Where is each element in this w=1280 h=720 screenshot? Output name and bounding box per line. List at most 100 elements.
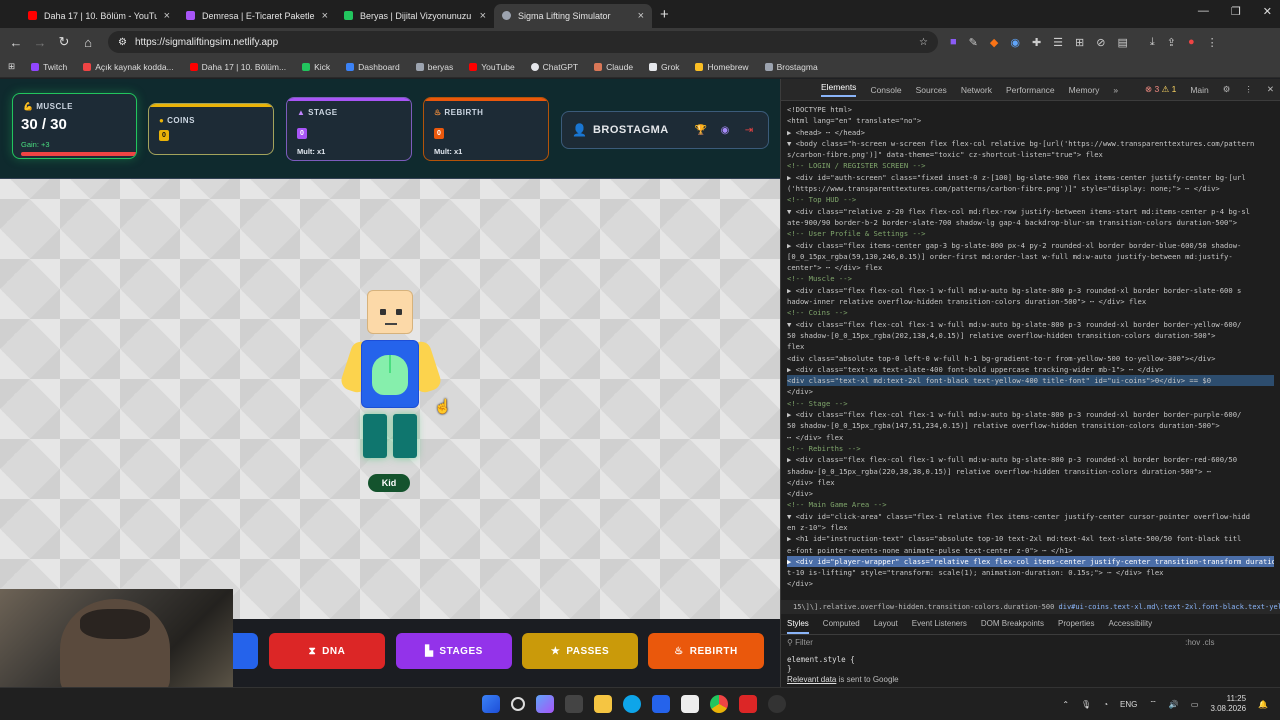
context-selector[interactable]: Main [1190, 85, 1208, 95]
trophy-icon[interactable]: 🏆 [692, 121, 710, 139]
home-icon[interactable]: ⌂ [76, 35, 100, 50]
dom-node-line[interactable]: ate-900/90 border-b-2 border-slate-700 s… [787, 217, 1274, 228]
logout-icon[interactable]: ⇥ [740, 121, 758, 139]
vscode-icon[interactable] [652, 695, 670, 713]
dom-node-line[interactable]: <div class="absolute top-0 left-0 w-full… [787, 353, 1274, 364]
dom-node-line[interactable]: ('https://www.transparenttextures.com/pa… [787, 183, 1274, 194]
dom-node-line[interactable]: ▶ <div class="flex flex-col flex-1 w-ful… [787, 285, 1274, 296]
wifi-icon[interactable]: ⌔ [1149, 699, 1157, 709]
extension-icon[interactable]: ⇪ [1167, 36, 1176, 49]
dom-node-line[interactable]: ▶ <div class="flex items-center gap-3 bg… [787, 240, 1274, 251]
puzzle-icon[interactable]: ✚ [1032, 36, 1041, 49]
dom-node-line[interactable]: shadow-[0_0_15px_rgba(220,38,38,0.15)] r… [787, 466, 1274, 477]
extension-icon[interactable]: ▤ [1117, 36, 1127, 49]
dom-node-line[interactable]: <html lang="en" translate="no"> [787, 115, 1274, 126]
notification-bell-icon[interactable]: 🔔 [1258, 700, 1268, 709]
close-devtools-icon[interactable]: ✕ [1267, 84, 1274, 95]
forward-icon[interactable]: → [28, 35, 52, 50]
styles-filter-input[interactable]: ⚲ Filter :hov .cls [787, 638, 1214, 647]
volume-icon[interactable]: 🔊 [1169, 700, 1179, 709]
subtab-accessibility[interactable]: Accessibility [1109, 619, 1153, 634]
extension-icon[interactable]: ⊘ [1096, 36, 1105, 49]
extension-icon[interactable]: ⊞ [1075, 36, 1084, 49]
browser-tab[interactable]: Beryas | Dijital Vizyonunuzu Ge × [336, 4, 494, 28]
bookmark-item[interactable]: Twitch [31, 62, 67, 72]
site-info-icon[interactable]: ⚙ [118, 37, 127, 48]
dom-node-line[interactable]: <!-- LOGIN / REGISTER SCREEN --> [787, 160, 1274, 171]
bookmark-item[interactable]: Daha 17 | 10. Bölüm... [189, 62, 286, 72]
dom-node-line[interactable]: ▶ <div class="text-xs text-slate-400 fon… [787, 364, 1274, 375]
bookmark-item[interactable]: Açık kaynak kodda... [83, 62, 174, 72]
dom-node-line[interactable]: </div> [787, 488, 1274, 499]
dom-node-line[interactable]: </div> flex [787, 477, 1274, 488]
bookmark-item[interactable]: ChatGPT [530, 62, 578, 72]
profile-avatar-icon[interactable]: ● [1188, 36, 1195, 49]
network-icon[interactable]: ◔ [1103, 700, 1108, 709]
subtab-event-listeners[interactable]: Event Listeners [912, 619, 967, 634]
dom-node-line[interactable]: <!-- Stage --> [787, 398, 1274, 409]
url-input[interactable]: ⚙ https://sigmaliftingsim.netlify.app ☆ [108, 31, 938, 53]
close-tab-icon[interactable]: × [638, 10, 644, 22]
element-style-rule[interactable]: element.style { } [787, 655, 855, 673]
bookmark-item[interactable]: Brostagma [764, 62, 818, 72]
dom-node-line[interactable]: ▶ <div class="flex flex-col flex-1 w-ful… [787, 454, 1274, 465]
dom-node-line[interactable]: [0_0_15px_rgba(59,130,246,0.15)] order-f… [787, 251, 1274, 262]
subtab-computed[interactable]: Computed [823, 619, 860, 634]
dom-node-line[interactable]: ⋯ </div> flex [787, 432, 1274, 443]
close-tab-icon[interactable]: × [164, 10, 170, 22]
passes-button[interactable]: ★ PASSES [522, 633, 638, 669]
reload-icon[interactable]: ↻ [52, 34, 76, 50]
tab-performance[interactable]: Performance [1006, 85, 1055, 95]
dom-node-line[interactable]: e-font pointer-events-none animate-pulse… [787, 545, 1274, 556]
dom-node-line[interactable]: ▶ <div class="flex flex-col flex-1 w-ful… [787, 409, 1274, 420]
close-tab-icon[interactable]: × [480, 10, 486, 22]
obs-icon[interactable] [768, 695, 786, 713]
dom-node-line[interactable]: t-10 is-lifting" style="transform: scale… [787, 567, 1274, 578]
subtab-dom-breakpoints[interactable]: DOM Breakpoints [981, 619, 1044, 634]
relevant-data-link[interactable]: Relevant data [787, 675, 836, 684]
apps-grid-icon[interactable]: ⊞ [8, 61, 15, 72]
search-icon[interactable] [511, 697, 525, 711]
app-icon[interactable] [681, 695, 699, 713]
dom-node-line[interactable]: ▶ <h1 id="instruction-text" class="absol… [787, 533, 1274, 544]
bookmark-item[interactable]: Homebrew [695, 62, 749, 72]
dom-node-line[interactable]: <!-- Top HUD --> [787, 194, 1274, 205]
pen-icon[interactable]: ✎ [969, 36, 978, 49]
dom-node-line[interactable]: 50 shadow-[0_0_15px_rgba(202,138,4,0.15)… [787, 330, 1274, 341]
close-tab-icon[interactable]: × [322, 10, 328, 22]
dom-node-line[interactable]: </div> [787, 386, 1274, 397]
dom-node-line[interactable]: hadow-inner relative overflow-hidden tra… [787, 296, 1274, 307]
dom-node-line[interactable]: ▶ <head> ⋯ </head> [787, 127, 1274, 138]
widgets-icon[interactable] [536, 695, 554, 713]
dom-node-line[interactable]: ▶ <div id="auth-screen" class="fixed ins… [787, 172, 1274, 183]
download-icon[interactable]: ⤓ [1150, 36, 1155, 49]
dom-node-line[interactable]: ▼ <div class="relative z-20 flex flex-co… [787, 206, 1274, 217]
dom-node-line[interactable]: ▼ <div class="flex flex-col flex-1 w-ful… [787, 319, 1274, 330]
tab-memory[interactable]: Memory [1069, 85, 1100, 95]
tab-console[interactable]: Console [870, 85, 901, 95]
bookmark-item[interactable]: Kick [302, 62, 330, 72]
dna-button[interactable]: ⧗ DNA [269, 633, 385, 669]
dom-node-line[interactable]: <!-- Muscle --> [787, 273, 1274, 284]
dom-node-line[interactable]: flex [787, 341, 1274, 352]
file-explorer-icon[interactable] [594, 695, 612, 713]
palette-icon[interactable]: ◉ [716, 121, 734, 139]
dom-node-line[interactable]: ▼ <div id="click-area" class="flex-1 rel… [787, 511, 1274, 522]
clock[interactable]: 11:25 3.08.2026 [1210, 694, 1246, 714]
bookmark-item[interactable]: YouTube [469, 62, 515, 72]
dom-node-line[interactable]: <!-- Coins --> [787, 307, 1274, 318]
bookmark-item[interactable]: Dashboard [346, 62, 400, 72]
more-tabs-icon[interactable]: » [1113, 85, 1118, 95]
tab-network[interactable]: Network [961, 85, 992, 95]
bookmark-item[interactable]: Grok [649, 62, 679, 72]
dom-node-line[interactable]: <div class="text-xl md:text-2xl font-bla… [787, 375, 1274, 387]
battery-icon[interactable]: ▭ [1191, 700, 1199, 709]
dom-node-line[interactable]: <!-- User Profile & Settings --> [787, 228, 1274, 239]
microphone-icon[interactable]: 🎙 [1081, 700, 1091, 709]
filter-flags[interactable]: :hov .cls [1185, 638, 1214, 647]
tab-elements[interactable]: Elements [821, 82, 857, 97]
dom-node-line[interactable]: en z-10"> flex [787, 522, 1274, 533]
breadcrumb-selected[interactable]: div#ui-coins.text-xl.md\:text-2xl.font-b… [1059, 603, 1280, 611]
player-character[interactable]: Kid [338, 290, 444, 492]
subtab-styles[interactable]: Styles [787, 619, 809, 634]
